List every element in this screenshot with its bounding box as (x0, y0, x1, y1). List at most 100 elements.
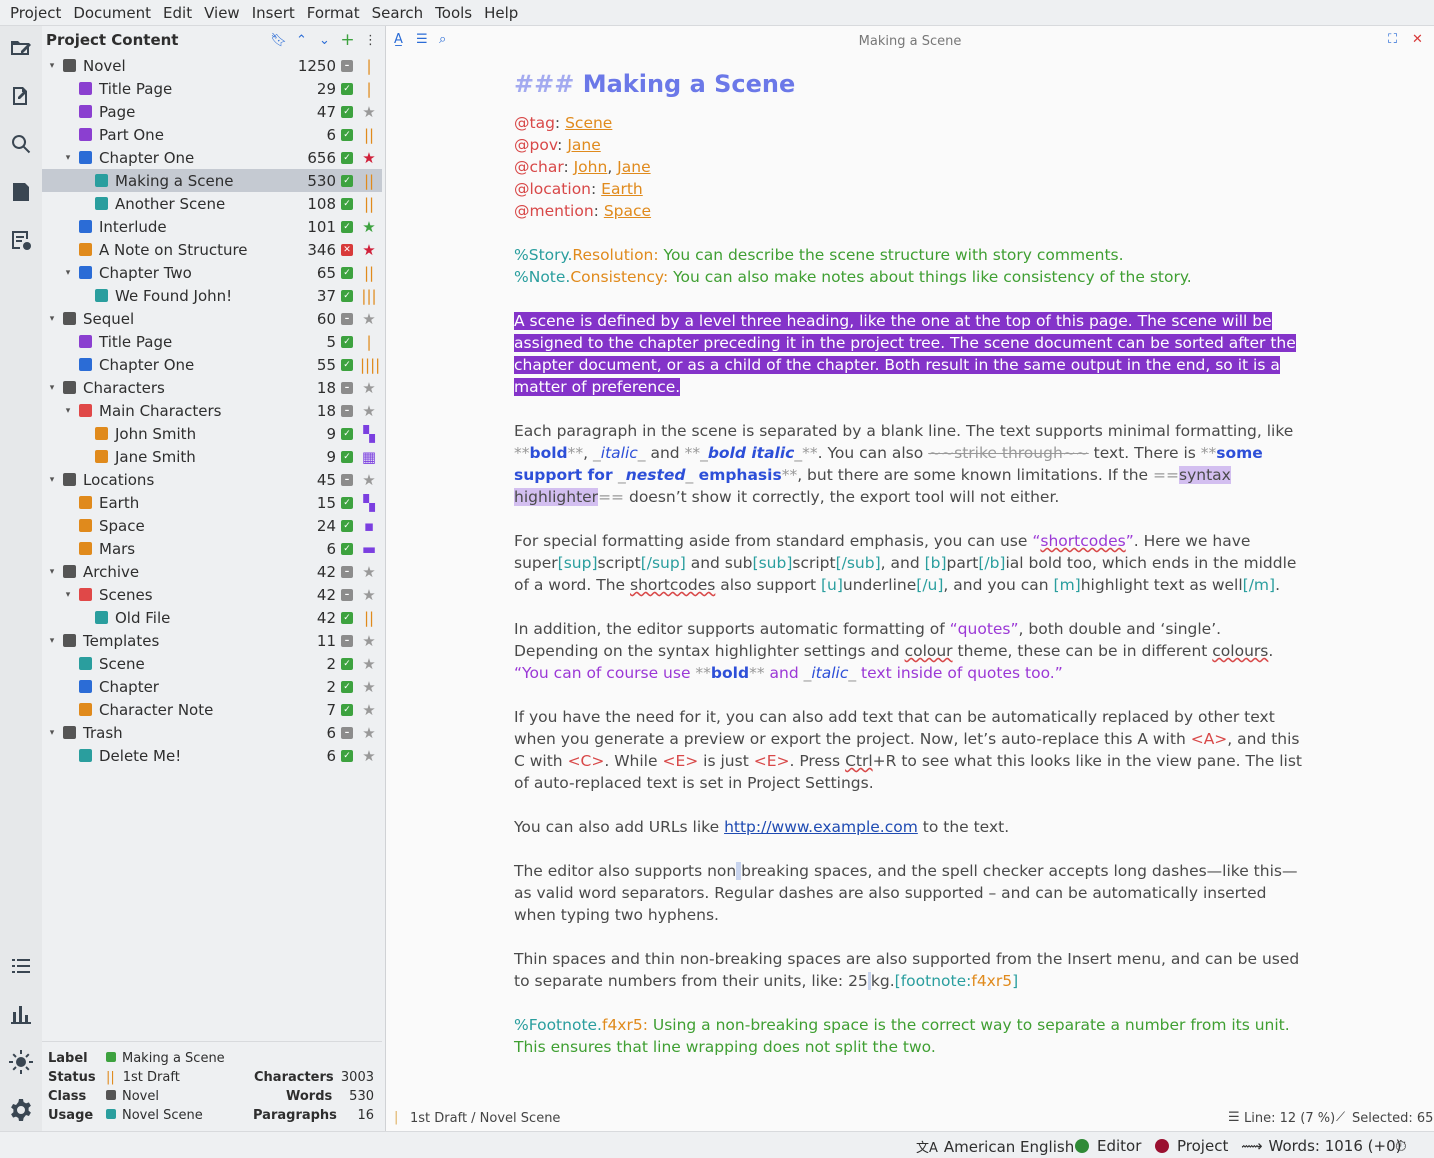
active-checkbox-icon[interactable]: ✓ (341, 749, 353, 762)
active-checkbox-icon[interactable]: ✓ (341, 105, 353, 118)
active-checkbox-icon[interactable]: ✓ (341, 450, 353, 463)
expand-arrow-icon[interactable]: ▾ (46, 728, 58, 738)
example-link[interactable]: http://www.example.com (724, 818, 918, 836)
active-checkbox-icon[interactable]: ✓ (341, 611, 353, 624)
tree-row[interactable]: Jane Smith 9 ✓ ▦ (42, 445, 382, 468)
expand-arrow-icon[interactable]: ▾ (46, 636, 58, 646)
tree-row[interactable]: Space 24 ✓ ▪ (42, 514, 382, 537)
tree-row[interactable]: Chapter One 55 ✓ |||| (42, 353, 382, 376)
tree-row[interactable]: Scene 2 ✓ ★ (42, 652, 382, 675)
tree-row[interactable]: Interlude 101 ✓ ★ (42, 215, 382, 238)
tree-row[interactable]: ▾ Templates 11– ★ (42, 629, 382, 652)
language-status[interactable]: 文A American English (916, 1137, 1074, 1157)
active-checkbox-icon[interactable]: – (341, 634, 353, 647)
menu-project[interactable]: Project (4, 4, 67, 22)
tree-row[interactable]: ▾ Main Characters 18– ★ (42, 399, 382, 422)
active-checkbox-icon[interactable]: ✓ (341, 266, 353, 279)
active-checkbox-icon[interactable]: ✓ (341, 82, 353, 95)
menu-tools[interactable]: Tools (429, 4, 478, 22)
document-editor[interactable]: A̲ ☰ ⌕ Making a Scene ⛶ ✕ ### Making a S… (385, 26, 1434, 1131)
active-checkbox-icon[interactable]: – (341, 404, 353, 417)
active-checkbox-icon[interactable]: ✓ (341, 197, 353, 210)
outline-icon[interactable] (9, 180, 33, 204)
tree-row[interactable]: ▾ Scenes 42– ★ (42, 583, 382, 606)
active-checkbox-icon[interactable]: – (341, 312, 353, 325)
menu-search[interactable]: Search (366, 4, 430, 22)
tree-row[interactable]: ▾ Trash 6– ★ (42, 721, 382, 744)
tree-row[interactable]: ▾ Locations 45– ★ (42, 468, 382, 491)
expand-arrow-icon[interactable]: ▾ (46, 314, 58, 324)
expand-arrow-icon[interactable]: ▾ (46, 61, 58, 71)
tree-row[interactable]: ▾ Sequel 60– ★ (42, 307, 382, 330)
active-checkbox-icon[interactable]: ✕ (341, 243, 353, 256)
tree-row[interactable]: Delete Me! 6 ✓ ★ (42, 744, 382, 767)
editor-text[interactable]: ### Making a Scene @tag: Scene @pov: Jan… (514, 66, 1309, 1080)
build-icon[interactable] (9, 228, 33, 252)
move-up-icon[interactable]: ⌃ (290, 33, 313, 48)
active-checkbox-icon[interactable]: ✓ (341, 289, 353, 302)
tree-row[interactable]: Character Note 7 ✓ ★ (42, 698, 382, 721)
expand-arrow-icon[interactable]: ▾ (46, 383, 58, 393)
active-checkbox-icon[interactable]: ✓ (341, 657, 353, 670)
active-checkbox-icon[interactable]: ✓ (341, 151, 353, 164)
active-checkbox-icon[interactable]: ✓ (341, 220, 353, 233)
close-icon[interactable]: ✕ (1412, 32, 1423, 47)
theme-icon[interactable] (9, 1050, 33, 1074)
more-options-icon[interactable]: ⋮ (359, 33, 382, 48)
active-checkbox-icon[interactable]: – (341, 473, 353, 486)
tree-row[interactable]: Earth 15 ✓ ▚ (42, 491, 382, 514)
active-checkbox-icon[interactable]: – (341, 565, 353, 578)
tree-row[interactable]: Page 47 ✓ ★ (42, 100, 382, 123)
session-timer-icon[interactable]: ⏱ (1395, 1137, 1407, 1155)
tree-row[interactable]: Making a Scene 530 ✓ || (42, 169, 382, 192)
active-checkbox-icon[interactable]: ✓ (341, 542, 353, 555)
move-down-icon[interactable]: ⌄ (313, 33, 336, 48)
menu-format[interactable]: Format (301, 4, 366, 22)
active-checkbox-icon[interactable]: ✓ (341, 335, 353, 348)
add-item-icon[interactable]: + (336, 30, 359, 50)
tree-row[interactable]: John Smith 9 ✓ ▚ (42, 422, 382, 445)
active-checkbox-icon[interactable]: ✓ (341, 496, 353, 509)
menu-insert[interactable]: Insert (246, 4, 301, 22)
menu-edit[interactable]: Edit (157, 4, 198, 22)
menu-view[interactable]: View (198, 4, 246, 22)
tree-row[interactable]: We Found John! 37 ✓ ||| (42, 284, 382, 307)
tree-row[interactable]: A Note on Structure 346 ✕ ★ (42, 238, 382, 261)
tree-row[interactable]: Part One 6 ✓ || (42, 123, 382, 146)
tree-row[interactable]: Title Page 5 ✓ | (42, 330, 382, 353)
expand-arrow-icon[interactable]: ▾ (62, 406, 74, 416)
active-checkbox-icon[interactable]: – (341, 588, 353, 601)
expand-arrow-icon[interactable]: ▾ (62, 268, 74, 278)
active-checkbox-icon[interactable]: ✓ (341, 680, 353, 693)
tree-row[interactable]: Mars 6 ✓ ▬ (42, 537, 382, 560)
tree-row[interactable]: ▾ Archive 42– ★ (42, 560, 382, 583)
tree-row[interactable]: Old File 42 ✓ || (42, 606, 382, 629)
menu-document[interactable]: Document (67, 4, 157, 22)
tree-row[interactable]: ▾ Chapter Two 65 ✓ || (42, 261, 382, 284)
active-checkbox-icon[interactable]: ✓ (341, 358, 353, 371)
tree-row[interactable]: Another Scene 108 ✓ || (42, 192, 382, 215)
active-checkbox-icon[interactable]: ✓ (341, 703, 353, 716)
active-checkbox-icon[interactable]: – (341, 381, 353, 394)
active-checkbox-icon[interactable]: ✓ (341, 174, 353, 187)
tree-row[interactable]: ▾ Characters 18– ★ (42, 376, 382, 399)
tree-row[interactable]: Chapter 2 ✓ ★ (42, 675, 382, 698)
stats-icon[interactable] (9, 1002, 33, 1026)
list-icon[interactable] (9, 954, 33, 978)
expand-arrow-icon[interactable]: ▾ (62, 153, 74, 163)
menu-help[interactable]: Help (478, 4, 524, 22)
active-checkbox-icon[interactable]: ✓ (341, 519, 353, 532)
bookmark-icon[interactable]: 🔖︎ (267, 33, 290, 48)
active-checkbox-icon[interactable]: – (341, 59, 353, 72)
tree-row[interactable]: ▾ Chapter One 656 ✓ ★ (42, 146, 382, 169)
tree-row[interactable]: Title Page 29 ✓ | (42, 77, 382, 100)
expand-arrow-icon[interactable]: ▾ (62, 590, 74, 600)
active-checkbox-icon[interactable]: – (341, 726, 353, 739)
tree-row[interactable]: ▾ Novel 1250– | (42, 54, 382, 77)
expand-arrow-icon[interactable]: ▾ (46, 475, 58, 485)
novel-tree-icon[interactable] (9, 84, 33, 108)
expand-arrow-icon[interactable]: ▾ (46, 567, 58, 577)
project-tree-icon[interactable] (9, 36, 33, 60)
settings-gear-icon[interactable] (9, 1098, 33, 1122)
active-checkbox-icon[interactable]: ✓ (341, 128, 353, 141)
